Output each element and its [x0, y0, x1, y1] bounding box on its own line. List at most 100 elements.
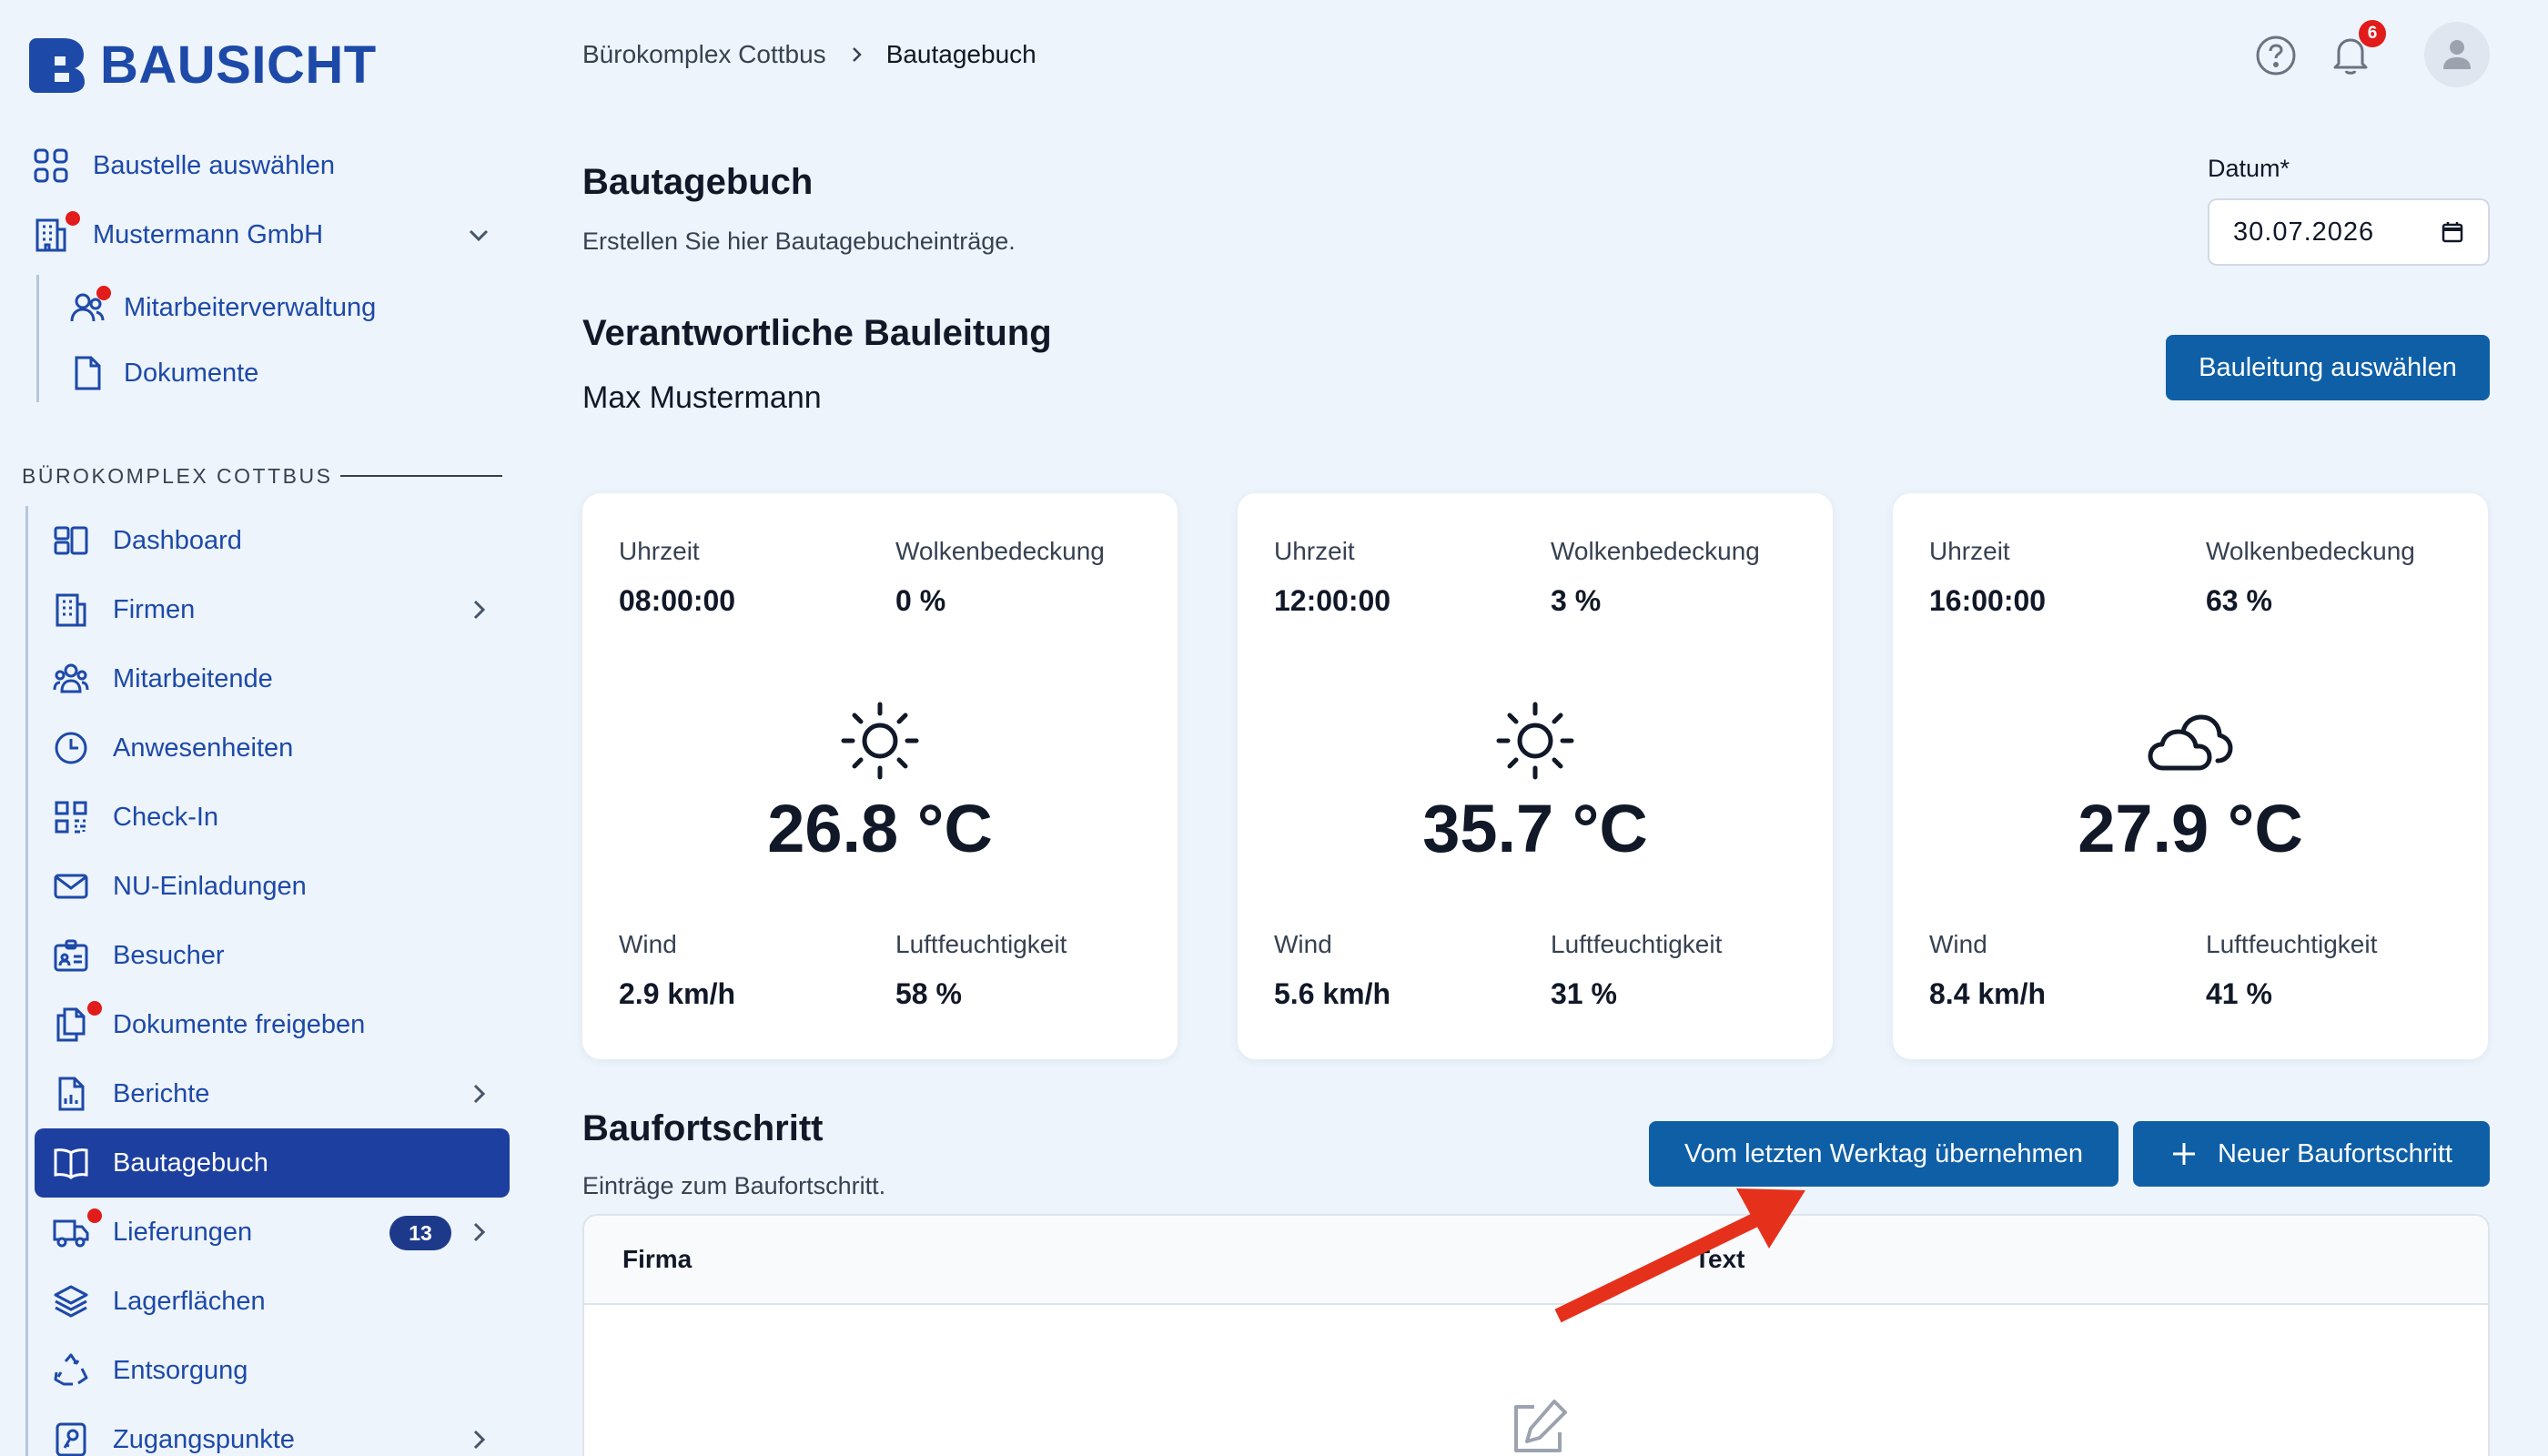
sidebar-item-label: Firmen — [113, 594, 196, 624]
time-value: 08:00:00 — [619, 584, 736, 617]
alert-dot — [96, 286, 111, 300]
sidebar-item-dashboard[interactable]: Dashboard — [51, 521, 242, 561]
wind-value: 5.6 km/h — [1274, 977, 1391, 1010]
user-icon — [2443, 40, 2471, 69]
temperature-value: 26.8 °C — [767, 791, 993, 866]
chevron-right-icon[interactable] — [466, 597, 491, 622]
time-label: Uhrzeit — [1929, 537, 2010, 565]
time-label: Uhrzeit — [1274, 537, 1355, 565]
sun-icon — [1490, 695, 1581, 786]
humidity-label: Luftfeuchtigkeit — [895, 930, 1067, 958]
sidebar-item-zugangspunkte[interactable]: Zugangspunkte — [51, 1420, 491, 1456]
sidebar-item-besucher[interactable]: Besucher — [51, 935, 225, 976]
chevron-right-icon — [846, 45, 866, 65]
key-icon — [51, 1420, 91, 1456]
cloud-icon — [2145, 695, 2236, 786]
clouds-value: 63 % — [2206, 584, 2272, 617]
sidebar-item-label: Besucher — [113, 940, 225, 970]
brand-logo[interactable]: BAUSICHT — [27, 35, 377, 96]
sidebar-item-dokumente[interactable]: Dokumente — [67, 353, 258, 393]
select-lead-button[interactable]: Bauleitung auswählen — [2166, 335, 2490, 400]
alert-dot — [87, 1208, 102, 1223]
table-header: Firma Text — [584, 1216, 2488, 1305]
sun-icon — [834, 695, 925, 786]
sidebar-item-firmen[interactable]: Firmen — [51, 590, 491, 630]
sidebar-item-mustermann-gmbh[interactable]: Mustermann GmbH — [31, 211, 491, 255]
report-icon — [51, 1074, 91, 1114]
sidebar-item-entsorgung[interactable]: Entsorgung — [51, 1350, 248, 1390]
sidebar-item-label: Dashboard — [113, 525, 242, 555]
users-icon — [67, 286, 111, 328]
people-icon — [51, 659, 91, 699]
sidebar-item-mitarbeiterverwaltung[interactable]: Mitarbeiterverwaltung — [67, 286, 377, 328]
help-icon[interactable] — [2255, 35, 2297, 76]
avatar[interactable] — [2424, 22, 2490, 87]
breadcrumb-item-project[interactable]: Bürokomplex Cottbus — [582, 40, 826, 69]
page-subtitle: Erstellen Sie hier Bautagebucheinträge. — [582, 228, 1016, 255]
sidebar-item-label: Check-In — [113, 802, 219, 832]
tree-line — [25, 506, 28, 1456]
chevron-down-icon[interactable] — [466, 222, 491, 248]
sidebar-item-mitarbeitende[interactable]: Mitarbeitende — [51, 659, 273, 699]
plus-icon — [2173, 1143, 2196, 1165]
section-divider — [340, 475, 502, 477]
tree-line — [36, 275, 39, 402]
chevron-right-icon[interactable] — [466, 1427, 491, 1452]
layers-icon — [51, 1281, 91, 1321]
section-title: BÜROKOMPLEX COTTBUS — [22, 464, 333, 488]
clouds-label: Wolkenbedeckung — [1551, 537, 1760, 565]
sidebar-item-label: Entsorgung — [113, 1355, 248, 1385]
qr-code-icon — [51, 797, 91, 837]
sidebar-item-dokumente-freigeben[interactable]: Dokumente freigeben — [51, 1001, 366, 1045]
sidebar-item-label: Berichte — [113, 1078, 210, 1108]
sidebar-item-anwesenheiten[interactable]: Anwesenheiten — [51, 728, 293, 768]
column-header-firma[interactable]: Firma — [622, 1245, 692, 1274]
deliveries-count-badge: 13 — [389, 1216, 451, 1250]
date-field[interactable]: 30.07.2026 — [2208, 198, 2490, 266]
clock-icon — [51, 728, 91, 768]
sidebar-item-label: Lieferungen — [113, 1217, 253, 1247]
sidebar: BAUSICHT Baustelle auswählen Mustermann … — [0, 0, 528, 1456]
sidebar-item-bautagebuch[interactable]: Bautagebuch — [51, 1143, 268, 1183]
sidebar-item-berichte[interactable]: Berichte — [51, 1074, 491, 1114]
wind-value: 8.4 km/h — [1929, 977, 2047, 1010]
chevron-right-icon[interactable] — [466, 1219, 491, 1245]
wind-label: Wind — [1929, 930, 1987, 958]
sidebar-item-check-in[interactable]: Check-In — [51, 797, 218, 837]
sidebar-item-label: Lagerflächen — [113, 1286, 266, 1316]
date-label: Datum* — [2208, 155, 2290, 182]
responsible-title: Verantwortliche Bauleitung — [582, 313, 1052, 353]
chevron-right-icon[interactable] — [466, 1081, 491, 1107]
wind-label: Wind — [619, 930, 677, 958]
time-value: 12:00:00 — [1274, 584, 1391, 617]
copy-last-workday-button[interactable]: Vom letzten Werktag übernehmen — [1649, 1121, 2118, 1187]
wind-label: Wind — [1274, 930, 1332, 958]
sidebar-item-label: Anwesenheiten — [113, 733, 294, 763]
humidity-value: 58 % — [895, 977, 962, 1010]
new-progress-button[interactable]: Neuer Baufortschritt — [2133, 1121, 2490, 1187]
time-value: 16:00:00 — [1929, 584, 2047, 617]
sidebar-item-baustelle-auswaehlen[interactable]: Baustelle auswählen — [31, 146, 335, 186]
building-icon — [31, 211, 80, 255]
clouds-label: Wolkenbedeckung — [2206, 537, 2415, 565]
building-icon — [51, 590, 91, 630]
weather-card: Uhrzeit Wolkenbedeckung 12:00:00 3 % 35.… — [1238, 493, 1833, 1059]
humidity-value: 41 % — [2206, 977, 2272, 1010]
progress-title: Baufortschritt — [582, 1108, 824, 1148]
date-value: 30.07.2026 — [2233, 217, 2375, 247]
sidebar-item-label: Mitarbeiterverwaltung — [124, 292, 377, 322]
brand-name: BAUSICHT — [100, 35, 377, 95]
responsible-name: Max Mustermann — [582, 380, 822, 415]
sidebar-item-label: Dokumente freigeben — [113, 1009, 366, 1039]
weather-card: Uhrzeit Wolkenbedeckung 08:00:00 0 % 26.… — [582, 493, 1178, 1059]
column-header-text[interactable]: Text — [1694, 1245, 1745, 1274]
sidebar-item-lagerflaechen[interactable]: Lagerflächen — [51, 1281, 266, 1321]
sidebar-item-nu-einladungen[interactable]: NU-Einladungen — [51, 866, 307, 906]
page-title: Bautagebuch — [582, 162, 814, 202]
id-card-icon — [51, 935, 91, 976]
document-icon — [67, 353, 107, 393]
calendar-icon[interactable] — [2441, 220, 2464, 244]
humidity-value: 31 % — [1551, 977, 1617, 1010]
new-progress-label: Neuer Baufortschritt — [2218, 1138, 2452, 1168]
clouds-label: Wolkenbedeckung — [895, 537, 1105, 565]
